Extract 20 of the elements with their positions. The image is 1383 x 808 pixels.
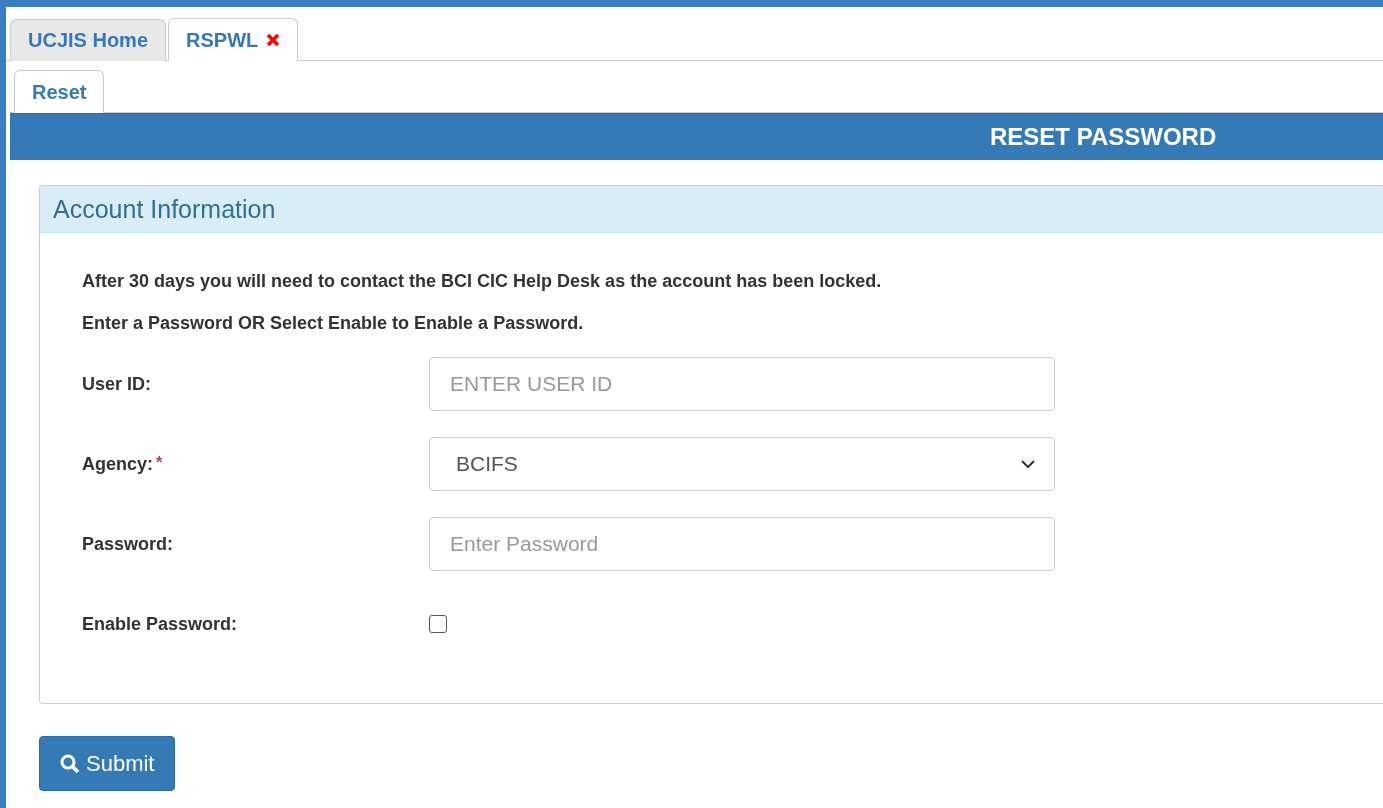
submit-button[interactable]: Submit	[39, 736, 176, 791]
tab[interactable]: Reset	[14, 70, 105, 113]
required-mark: *	[156, 453, 163, 472]
page-title: RESET PASSWORD	[990, 123, 1217, 151]
search-icon	[60, 753, 80, 774]
checkbox[interactable]	[429, 615, 447, 633]
tab[interactable]: RSPWL	[168, 18, 299, 61]
field-label: Agency:	[82, 453, 153, 475]
panel-title: Account Information	[53, 194, 276, 224]
close-icon[interactable]	[266, 33, 281, 47]
field-label: Enable Password:	[82, 613, 238, 635]
input-field[interactable]: ENTER USER ID	[429, 357, 1055, 411]
input-field[interactable]: Enter Password	[429, 517, 1055, 571]
instruction-text: Enter a Password OR Select Enable to Enable a Password.	[82, 312, 585, 335]
instruction-text: After 30 days you will need to contact the BCI CIC Help Desk as the account has been locked.	[82, 270, 883, 293]
agency-dropdown[interactable]: BCIFS	[429, 437, 1055, 491]
chevron-down-icon	[1020, 459, 1036, 469]
field-label: User ID:	[82, 373, 152, 395]
tab[interactable]: UCJIS Home	[10, 19, 167, 61]
field-label: Password:	[82, 533, 174, 555]
